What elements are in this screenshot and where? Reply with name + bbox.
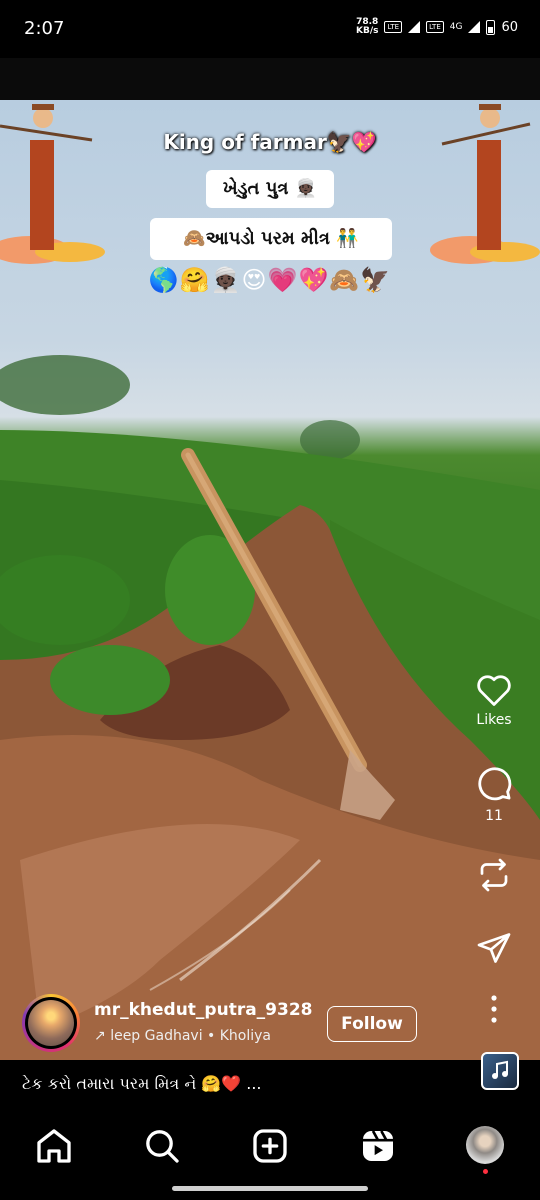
reels-icon <box>363 1130 393 1161</box>
author-username[interactable]: mr_khedut_putra_9328 <box>94 1000 313 1020</box>
nav-search[interactable] <box>142 1126 182 1166</box>
audio-track-label: leep Gadhavi • Kholiya <box>110 1028 272 1044</box>
caption-bar[interactable]: ટેક કરો તમારા પરમ મિત્ર ને 🤗❤️ ... <box>0 1060 540 1112</box>
author-avatar[interactable] <box>22 994 80 1052</box>
caption-text: ટેક કરો તમારા પરમ મિત્ર ને 🤗❤️ ... <box>22 1074 262 1093</box>
signal-icon <box>408 21 421 33</box>
overlay-pill-best-friend: 🙈આપડો પરમ મીત્ર 👬 <box>150 218 392 260</box>
farmer-illustration-left <box>0 104 105 264</box>
comment-icon <box>478 767 512 801</box>
status-icons: 78.8 KB/s LTE LTE 4G 60 <box>356 18 518 36</box>
search-icon <box>146 1130 179 1163</box>
comments-count: 11 <box>485 808 503 824</box>
network-speed-unit: KB/s <box>355 26 379 36</box>
profile-avatar <box>466 1126 504 1164</box>
audio-track[interactable]: ↗ leep Gadhavi • Kholiya <box>94 1028 324 1044</box>
send-icon <box>477 933 511 963</box>
like-button[interactable]: Likes <box>462 672 526 728</box>
nav-home[interactable] <box>34 1126 74 1166</box>
overlay-pill-farmer-son: ખેડુત પુત્ર 👳🏿 <box>206 170 334 208</box>
gesture-bar <box>172 1186 368 1191</box>
remix-button[interactable] <box>462 856 526 898</box>
profile-notification-dot <box>483 1169 488 1174</box>
top-bar <box>0 58 540 100</box>
volte-icon: LTE <box>384 21 403 33</box>
battery-level: 60 <box>501 19 518 35</box>
comment-button[interactable]: 11 <box>462 764 526 824</box>
signal-icon-2 <box>468 21 481 33</box>
nav-profile[interactable] <box>466 1126 506 1174</box>
status-time: 2:07 <box>24 18 65 39</box>
more-vertical-icon <box>491 995 497 1023</box>
more-options-button[interactable] <box>462 994 526 1028</box>
audio-arrow-icon: ↗ <box>94 1028 111 1044</box>
follow-button[interactable]: Follow <box>327 1006 417 1042</box>
overlay-title: King of farmar🦅💖 <box>163 130 377 154</box>
music-note-icon <box>492 1060 508 1079</box>
repost-icon <box>480 858 508 892</box>
add-post-icon <box>253 1129 287 1163</box>
network-type: 4G <box>449 22 463 32</box>
network-speed: 78.8 KB/s <box>356 18 378 36</box>
battery-icon <box>486 19 496 35</box>
likes-label: Likes <box>476 712 512 728</box>
reel-video[interactable]: King of farmar🦅💖 ખેડુત પુત્ર 👳🏿 🙈આપડો પર… <box>0 100 540 1060</box>
heart-icon <box>477 675 511 706</box>
author-row: mr_khedut_putra_9328 ↗ leep Gadhavi • Kh… <box>22 994 452 1054</box>
nav-create[interactable] <box>250 1126 290 1166</box>
volte-icon-2: LTE <box>426 21 444 33</box>
audio-thumbnail[interactable] <box>481 1052 519 1090</box>
share-button[interactable] <box>462 930 526 970</box>
nav-reels[interactable] <box>358 1126 398 1166</box>
status-bar: 2:07 78.8 KB/s LTE LTE 4G 60 <box>0 0 540 58</box>
home-icon <box>37 1129 71 1163</box>
farmer-illustration-right <box>430 104 540 264</box>
overlay-emoji-row: 🌎🤗👳🏿😍💗💖🙈🦅 <box>148 266 392 294</box>
